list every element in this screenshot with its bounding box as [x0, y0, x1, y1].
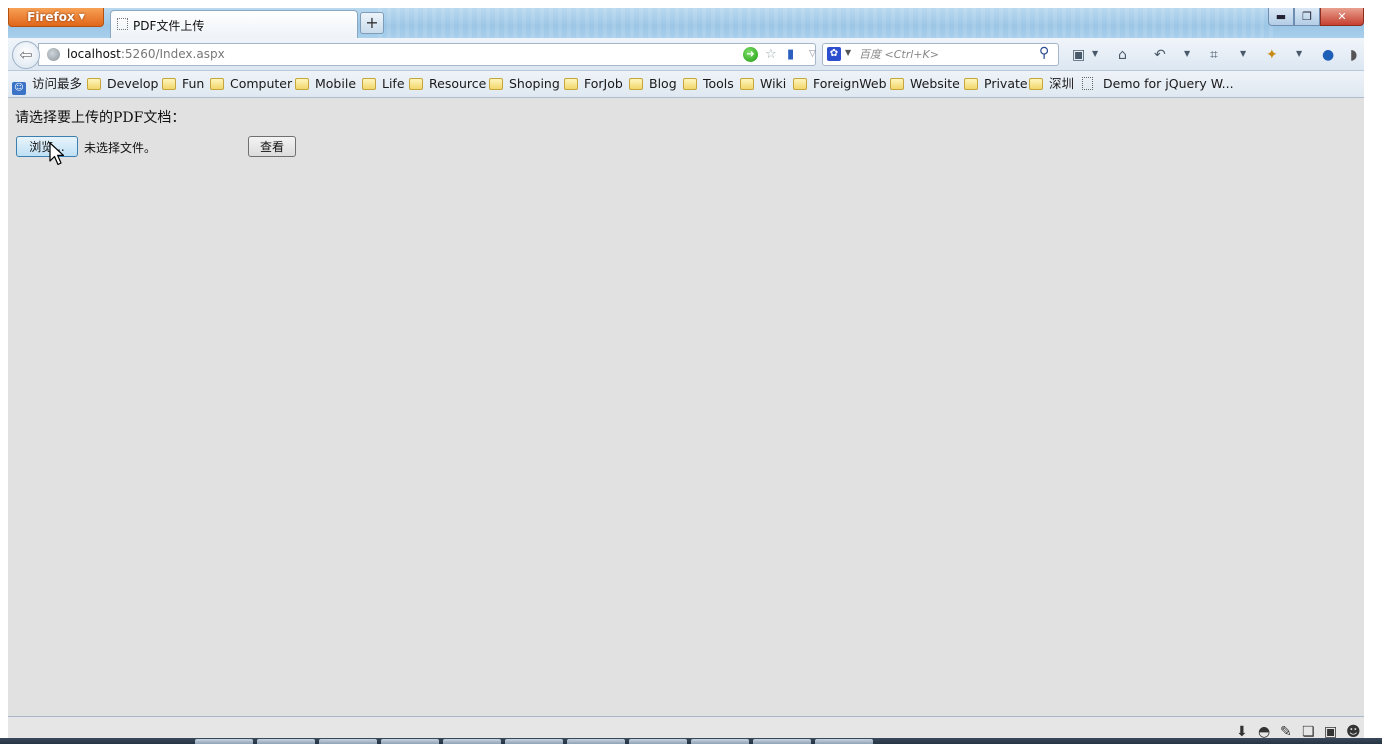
back-icon: ⇦ [19, 45, 33, 64]
chat-icon[interactable]: ◗ [1350, 46, 1357, 64]
bookmark-folder[interactable]: Fun [162, 71, 204, 97]
chevron-down-icon: ▼ [78, 12, 85, 21]
upload-prompt-label: 请选择要上传的PDF文档： [15, 110, 186, 126]
bookmark-folder[interactable]: Blog [629, 71, 677, 97]
bookmark-folder[interactable]: Computer [210, 71, 292, 97]
addon-icon[interactable]: ✦ [1266, 46, 1278, 64]
home-icon[interactable]: ⌂ [1118, 46, 1127, 64]
title-bar: Firefox ▼ PDF文件上传 + ▬ ❐ ✕ [8, 8, 1364, 38]
folder-icon [564, 78, 578, 90]
bookmark-folder[interactable]: Wiki [740, 71, 786, 97]
sync-icon[interactable]: ● [1322, 46, 1334, 64]
undo-icon[interactable]: ↶ [1154, 46, 1166, 64]
folder-icon [683, 78, 697, 90]
folder-icon [740, 78, 754, 90]
bookmark-folder[interactable]: Resource [409, 71, 486, 97]
taskbar-item[interactable] [691, 739, 749, 744]
firefox-menu-label: Firefox [27, 10, 75, 24]
navigation-bar: localhost:5260/Index.aspx ➜ ☆ ▮ ▽ ↻ ⇦ ✿ … [8, 38, 1364, 71]
folder-icon [409, 78, 423, 90]
bookmark-folder[interactable]: Private [964, 71, 1028, 97]
taskbar-item[interactable] [815, 739, 873, 744]
mobile-icon[interactable]: ▮ [787, 46, 794, 63]
chevron-down-icon[interactable]: ▼ [1296, 49, 1302, 58]
dropdown-icon[interactable]: ▽ [809, 46, 816, 63]
bookmark-folder[interactable]: Mobile [295, 71, 356, 97]
browser-window: Firefox ▼ PDF文件上传 + ▬ ❐ ✕ localhost:5260/… [8, 8, 1364, 744]
bookmark-folder[interactable]: Life [362, 71, 405, 97]
crop-icon[interactable]: ⌗ [1210, 46, 1218, 64]
star-icon[interactable]: ☆ [765, 46, 777, 63]
search-icon[interactable]: ⚲ [1039, 45, 1049, 61]
url-path: :5260/Index.aspx [120, 47, 225, 61]
folder-icon [890, 78, 904, 90]
taskbar-item[interactable] [505, 739, 563, 744]
bookmark-folder[interactable]: Develop [87, 71, 158, 97]
taskbar-item[interactable] [443, 739, 501, 744]
folder-icon [295, 78, 309, 90]
tab-title: PDF文件上传 [133, 19, 205, 33]
close-button[interactable]: ✕ [1320, 8, 1364, 26]
url-bar[interactable]: localhost:5260/Index.aspx ➜ ☆ ▮ ▽ ↻ [38, 43, 836, 66]
view-button[interactable]: 查看 [248, 136, 296, 157]
maximize-button[interactable]: ❐ [1294, 8, 1320, 26]
page-icon [117, 18, 128, 30]
folder-icon [1029, 78, 1043, 90]
go-icon[interactable]: ➜ [743, 47, 758, 62]
bookmark-folder[interactable]: Website [890, 71, 960, 97]
chevron-down-icon[interactable]: ▼ [1092, 49, 1098, 58]
firefox-menu-button[interactable]: Firefox ▼ [8, 8, 104, 27]
search-input[interactable] [859, 47, 1029, 62]
browse-button[interactable]: 浏览... [16, 136, 78, 157]
folder-icon [964, 78, 978, 90]
folder-icon [629, 78, 643, 90]
folder-icon [489, 78, 503, 90]
bookmarks-toolbar: ☺ 访问最多 Develop Fun Computer Mobile Life R… [8, 71, 1364, 98]
bookmark-folder[interactable]: Tools [683, 71, 734, 97]
taskbar-item[interactable] [381, 739, 439, 744]
search-engine-icon[interactable]: ✿ [827, 47, 841, 61]
url-text[interactable]: localhost:5260/Index.aspx [67, 47, 225, 61]
most-visited-icon: ☺ [12, 82, 26, 95]
taskbar-item[interactable] [753, 739, 811, 744]
taskbar-item[interactable] [319, 739, 377, 744]
bookmark-folder[interactable]: 深圳 [1029, 71, 1074, 97]
globe-icon [47, 48, 60, 61]
chevron-down-icon[interactable]: ▼ [1240, 49, 1246, 58]
tab-active[interactable]: PDF文件上传 [110, 10, 358, 38]
bookmark-folder[interactable]: Shoping [489, 71, 560, 97]
new-tab-button[interactable]: + [360, 12, 384, 34]
back-button[interactable]: ⇦ [12, 41, 40, 69]
folder-icon [793, 78, 807, 90]
taskbar-item[interactable] [629, 739, 687, 744]
minimize-button[interactable]: ▬ [1268, 8, 1294, 26]
mouse-cursor-icon [49, 142, 65, 166]
page-icon [1082, 77, 1093, 90]
taskbar-item[interactable] [195, 739, 253, 744]
folder-icon [362, 78, 376, 90]
folder-icon [162, 78, 176, 90]
chevron-down-icon[interactable]: ▼ [845, 48, 851, 57]
bookmark-most-visited[interactable]: ☺ 访问最多 [12, 71, 82, 97]
file-status-text: 未选择文件。 [84, 141, 157, 155]
bookmark-folder[interactable]: ForeignWeb [793, 71, 887, 97]
taskbar-item[interactable] [567, 739, 625, 744]
search-bar[interactable]: ✿ ▼ ⚲ [822, 43, 1059, 66]
chevron-down-icon[interactable]: ▼ [1184, 49, 1190, 58]
folder-icon [210, 78, 224, 90]
url-host: localhost [67, 47, 121, 61]
bookmarks-icon[interactable]: ▣ [1072, 46, 1085, 64]
bookmark-folder[interactable]: ForJob [564, 71, 623, 97]
taskbar-item[interactable] [257, 739, 315, 744]
folder-icon [87, 78, 101, 90]
bookmark-page[interactable]: Demo for jQuery W... [1082, 71, 1234, 97]
page-content: 请选择要上传的PDF文档： 浏览... 未选择文件。 查看 [8, 98, 1364, 715]
